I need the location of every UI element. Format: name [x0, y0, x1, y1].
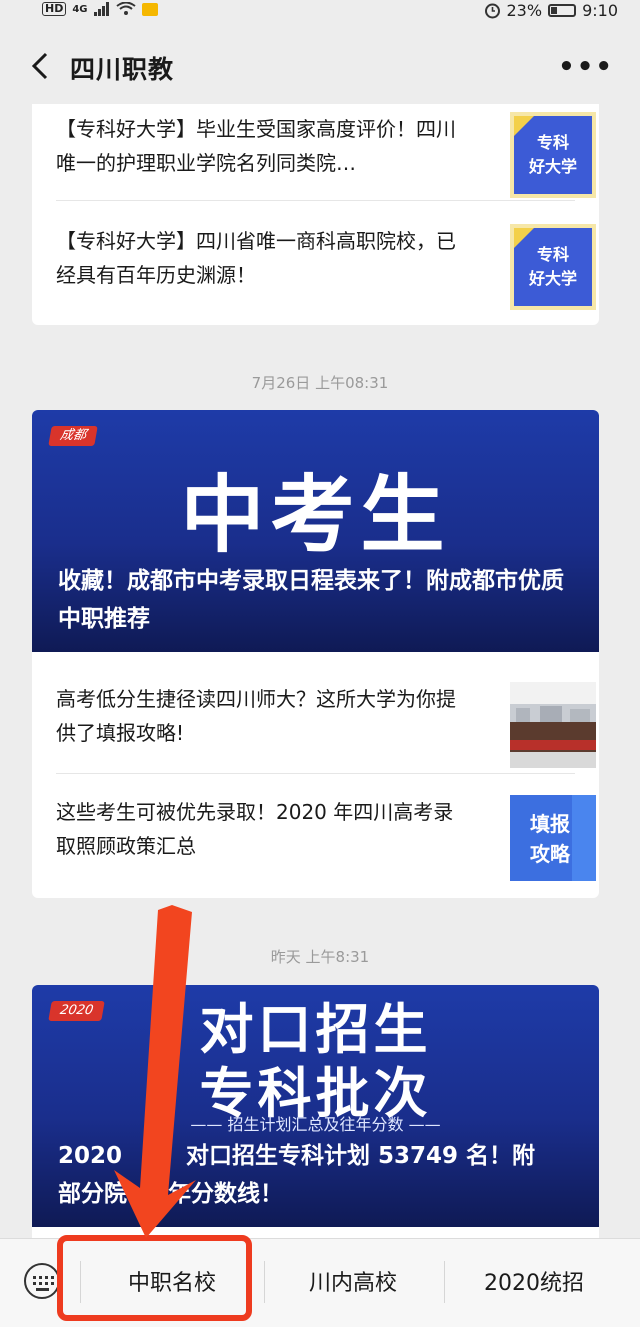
hero-article[interactable]: 2020 对口招生 专科批次 —— 招生计划汇总及往年分数 —— 2020 对口招…: [32, 985, 599, 1227]
timestamp: 7月26日 上午08:31: [251, 374, 389, 392]
article-item[interactable]: 【专科好大学】四川省唯一商科高职院校，已经具有百年历史渊源！ 专科 好大学: [56, 224, 596, 325]
article-group-card: 成都 中考生 收藏！成都市中考录取日程表来了！附成都市优质中职推荐 高考低分生捷…: [32, 410, 599, 898]
mail-icon: [141, 2, 158, 16]
nav-bar: 四川职教 •••: [0, 28, 640, 104]
article-group-card: 2020 对口招生 专科批次 —— 招生计划汇总及往年分数 —— 2020 对口招…: [32, 985, 599, 1245]
signal-icon: [93, 2, 109, 16]
article-thumbnail: 专科 好大学: [510, 224, 596, 310]
keyboard-icon[interactable]: [24, 1263, 60, 1299]
hero-title-part: 2020: [58, 1143, 123, 1169]
thumb-line-1: 专科: [537, 245, 569, 264]
article-thumbnail: [510, 682, 596, 768]
menu-item-2020[interactable]: 2020统招: [444, 1265, 624, 1297]
hero-title-part: 往年分数线！: [145, 1181, 283, 1207]
divider: [56, 200, 575, 201]
highlight-box: [57, 1235, 252, 1321]
back-arrow-icon[interactable]: [28, 50, 56, 82]
article-title: 【专科好大学】毕业生受国家高度评价！四川唯一的护理职业学院名列同类院…: [56, 117, 456, 175]
thumb-line-2: 好大学: [528, 157, 577, 176]
hero-title: 2020 对口招生专科计划 53749 名！附 部分院 往年分数线！: [58, 1137, 578, 1213]
article-title: 【专科好大学】四川省唯一商科高职院校，已经具有百年历史渊源！: [56, 229, 456, 287]
thumb-line-1: 专科: [537, 133, 569, 152]
menu-item-chuannei[interactable]: 川内高校: [264, 1265, 442, 1297]
alarm-icon: [484, 3, 500, 19]
clock: 9:10: [582, 1, 618, 20]
article-title: 这些考生可被优先录取！2020 年四川高考录取照顾政策汇总: [56, 800, 454, 858]
network-label: 4G: [72, 3, 88, 15]
hero-title-part: 部分院: [58, 1181, 127, 1207]
hero-article[interactable]: 成都 中考生 收藏！成都市中考录取日程表来了！附成都市优质中职推荐: [32, 410, 599, 652]
status-bar: HD 4G 23% 9:10: [0, 0, 640, 28]
hero-tag: 成都: [48, 426, 98, 446]
battery-icon: [548, 4, 577, 17]
article-item[interactable]: 高考低分生捷径读四川师大？这所大学为你提供了填报攻略!: [56, 682, 596, 792]
hd-indicator: HD: [42, 2, 67, 16]
divider: [56, 773, 575, 774]
hero-title: 收藏！成都市中考录取日程表来了！附成都市优质中职推荐: [58, 568, 564, 632]
article-group-card: 【专科好大学】毕业生受国家高度评价！四川唯一的护理职业学院名列同类院… 专科 好…: [32, 104, 599, 325]
article-thumbnail: 填报 攻略: [510, 795, 596, 881]
page-title: 四川职教: [70, 55, 175, 84]
timestamp: 昨天 上午8:31: [270, 948, 370, 966]
thumb-line-2: 好大学: [528, 269, 577, 288]
hero-title-part: 对口招生专科计划 53749 名！附: [186, 1143, 536, 1169]
article-title: 高考低分生捷径读四川师大？这所大学为你提供了填报攻略!: [56, 687, 456, 745]
wifi-icon: [115, 2, 136, 15]
article-item[interactable]: 这些考生可被优先录取！2020 年四川高考录取照顾政策汇总 填报 攻略: [56, 795, 596, 898]
thumb-line-1: 填报: [530, 812, 570, 836]
battery-percent: 23%: [506, 1, 543, 20]
article-thumbnail: 专科 好大学: [510, 112, 596, 198]
hero-big-word: 中考生: [180, 466, 451, 564]
article-item[interactable]: 【专科好大学】毕业生受国家高度评价！四川唯一的护理职业学院名列同类院… 专科 好…: [56, 112, 596, 222]
thumb-line-2: 攻略: [530, 842, 571, 866]
hero-subtitle: —— 招生计划汇总及往年分数 ——: [190, 1115, 441, 1134]
more-options-icon[interactable]: •••: [558, 52, 614, 82]
